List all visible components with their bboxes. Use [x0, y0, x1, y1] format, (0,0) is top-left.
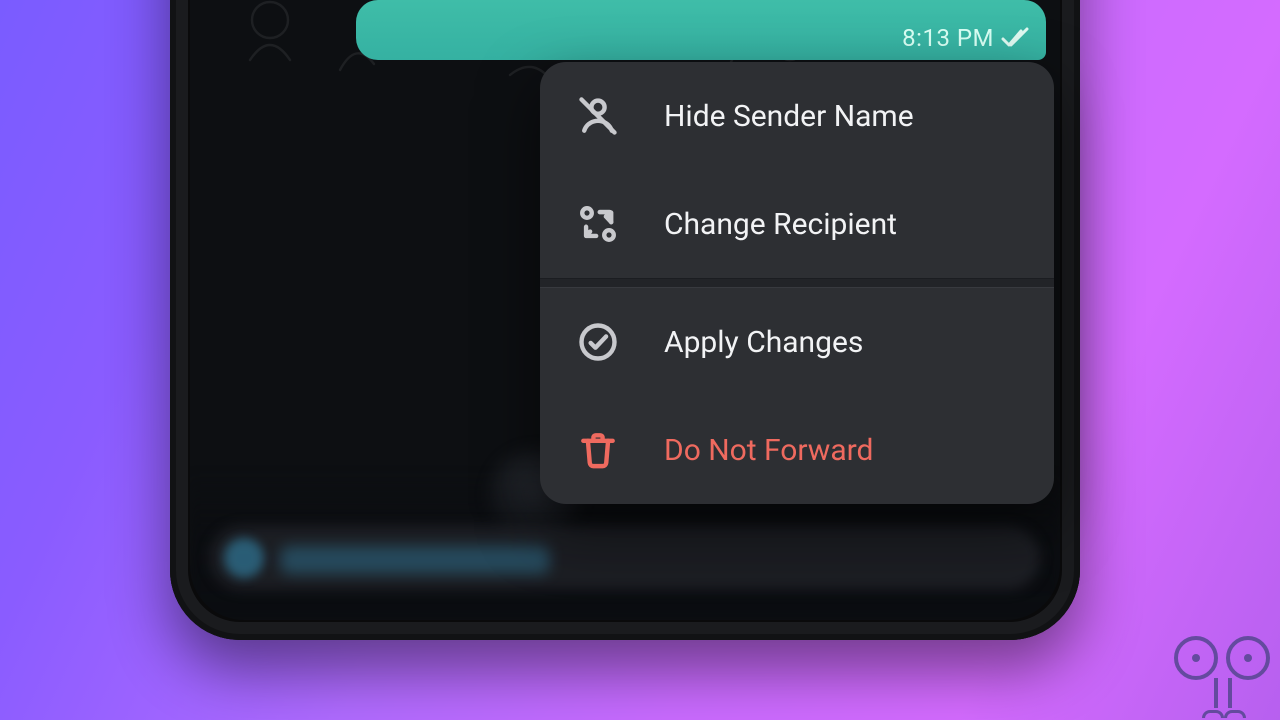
message-meta: 8:13 PM [902, 24, 1030, 52]
read-ticks-icon [1000, 27, 1030, 49]
menu-item-label: Hide Sender Name [664, 99, 914, 134]
user-off-icon [574, 92, 622, 140]
avatar-blurred [224, 538, 264, 578]
forward-options-menu: Hide Sender Name Change Recipient Apply … [540, 62, 1054, 504]
menu-item-change-recipient[interactable]: Change Recipient [540, 170, 1054, 278]
check-circle-icon [574, 318, 622, 366]
message-time: 8:13 PM [902, 24, 994, 52]
menu-item-label: Apply Changes [664, 325, 863, 360]
menu-item-apply-changes[interactable]: Apply Changes [540, 288, 1054, 396]
menu-item-label: Change Recipient [664, 207, 897, 242]
menu-item-label: Do Not Forward [664, 433, 873, 468]
menu-item-do-not-forward[interactable]: Do Not Forward [540, 396, 1054, 504]
menu-item-hide-sender[interactable]: Hide Sender Name [540, 62, 1054, 170]
watermark-logo [1174, 636, 1270, 718]
sent-message-bubble[interactable]: 8:13 PM [356, 0, 1046, 60]
trash-icon [574, 426, 622, 474]
menu-divider [540, 278, 1054, 288]
swap-icon [574, 200, 622, 248]
input-text-blurred [280, 546, 550, 574]
